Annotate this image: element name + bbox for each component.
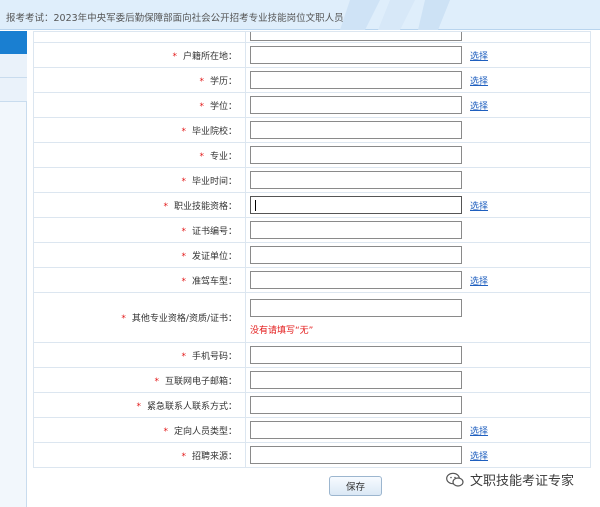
sidebar-tab-active[interactable] <box>0 31 27 54</box>
field-label: 毕业院校： <box>191 126 237 137</box>
required-mark: * <box>199 101 204 112</box>
form-row: * 毕业院校： <box>33 117 591 143</box>
sidebar <box>0 31 27 507</box>
form-row: * 发证单位： <box>33 242 591 268</box>
exam-title: 报考考试：2023年中央军委后勤保障部面向社会公开招考专业技能岗位文职人员 <box>6 13 344 24</box>
required-mark: * <box>163 426 168 437</box>
required-mark: * <box>172 51 177 62</box>
sidebar-tab[interactable] <box>0 54 27 78</box>
required-mark: * <box>154 376 159 387</box>
required-mark: * <box>181 126 186 137</box>
text-input[interactable] <box>250 421 462 439</box>
save-area: 保存 <box>329 476 382 496</box>
field-label: 手机号码： <box>191 351 237 362</box>
field-label: 毕业时间： <box>191 176 237 187</box>
field-label: 发证单位： <box>191 251 237 262</box>
field-hint: 没有请填写“无” <box>250 326 314 336</box>
required-mark: * <box>163 201 168 212</box>
required-mark: * <box>121 314 126 324</box>
field-label: 准驾车型： <box>191 276 237 287</box>
text-input-partial[interactable] <box>250 32 462 41</box>
required-mark: * <box>181 451 186 462</box>
form-row: * 互联网电子邮箱： <box>33 367 591 393</box>
select-link[interactable]: 选择 <box>470 274 488 287</box>
form-row: * 招聘来源： 选择 <box>33 442 591 468</box>
field-label: 证书编号： <box>191 226 237 237</box>
form-row: * 手机号码： <box>33 342 591 368</box>
form-row: * 户籍所在地： 选择 <box>33 42 591 68</box>
text-input[interactable] <box>250 396 462 414</box>
text-input[interactable] <box>250 346 462 364</box>
text-input[interactable] <box>250 46 462 64</box>
form-row: * 其他专业资格/资质/证书： 没有请填写“无” <box>33 292 591 343</box>
form-row: * 准驾车型： 选择 <box>33 267 591 293</box>
text-input[interactable] <box>250 96 462 114</box>
text-input[interactable] <box>250 246 462 264</box>
required-mark: * <box>181 226 186 237</box>
text-input[interactable] <box>250 146 462 164</box>
form-row: * 毕业时间： <box>33 167 591 193</box>
select-link[interactable]: 选择 <box>470 99 488 112</box>
select-link[interactable]: 选择 <box>470 449 488 462</box>
required-mark: * <box>199 76 204 87</box>
field-label: 其他专业资格/资质/证书： <box>131 314 237 324</box>
watermark-text: 文职技能考证专家 <box>470 474 575 489</box>
required-mark: * <box>181 251 186 262</box>
field-label: 学历： <box>209 76 237 87</box>
required-mark: * <box>181 176 186 187</box>
header-bar: 报考考试：2023年中央军委后勤保障部面向社会公开招考专业技能岗位文职人员 <box>0 0 600 30</box>
form-row: * 紧急联系人联系方式： <box>33 392 591 418</box>
text-input[interactable] <box>250 371 462 389</box>
text-input[interactable] <box>250 121 462 139</box>
form-row: * 证书编号： <box>33 217 591 243</box>
registration-form: * 户籍所在地： 选择 * 学历： 选择 * 学位： 选择 * 毕业院校： * 专业： * 毕业时间： * 职业… <box>33 31 591 468</box>
required-mark: * <box>136 401 141 412</box>
required-mark: * <box>181 351 186 362</box>
form-table: * 户籍所在地： 选择 * 学历： 选择 * 学位： 选择 * 毕业院校： * 专业： * 毕业时间： * 职业… <box>33 31 591 468</box>
field-label: 互联网电子邮箱： <box>164 376 237 387</box>
select-link[interactable]: 选择 <box>470 199 488 212</box>
required-mark: * <box>199 151 204 162</box>
sidebar-tab[interactable] <box>0 78 27 102</box>
field-label: 招聘来源： <box>191 451 237 462</box>
form-row: * 学历： 选择 <box>33 67 591 93</box>
wechat-icon <box>446 472 464 487</box>
text-input[interactable] <box>250 299 462 317</box>
save-button[interactable]: 保存 <box>329 476 382 496</box>
field-label: 户籍所在地： <box>182 51 237 62</box>
form-row: * 职业技能资格： 选择 <box>33 192 591 218</box>
select-link[interactable]: 选择 <box>470 424 488 437</box>
text-input[interactable] <box>250 71 462 89</box>
form-row: * 学位： 选择 <box>33 92 591 118</box>
field-label: 紧急联系人联系方式： <box>146 401 237 412</box>
form-row: * 专业： <box>33 142 591 168</box>
field-label: 专业： <box>209 151 237 162</box>
text-input[interactable] <box>250 171 462 189</box>
text-input[interactable] <box>250 271 462 289</box>
text-caret <box>255 200 256 211</box>
form-row-partial <box>33 31 591 43</box>
select-link[interactable]: 选择 <box>470 49 488 62</box>
field-label: 定向人员类型： <box>173 426 237 437</box>
field-label: 学位： <box>209 101 237 112</box>
text-input[interactable] <box>250 446 462 464</box>
text-input[interactable] <box>250 221 462 239</box>
field-label: 职业技能资格： <box>173 201 237 212</box>
required-mark: * <box>181 276 186 287</box>
select-link[interactable]: 选择 <box>470 74 488 87</box>
form-row: * 定向人员类型： 选择 <box>33 417 591 443</box>
header-decoration-icon <box>340 0 450 30</box>
text-input[interactable] <box>250 196 462 214</box>
watermark: 文职技能考证专家 <box>446 470 574 489</box>
